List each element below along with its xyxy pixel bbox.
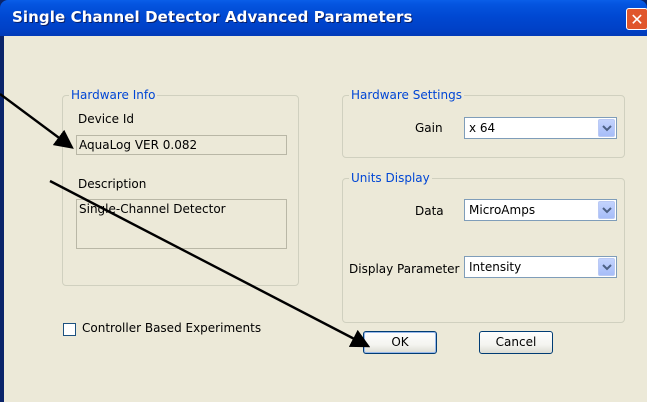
hardware-info-legend: Hardware Info (71, 88, 156, 102)
chevron-down-icon (602, 125, 612, 132)
display-parameter-select[interactable]: Intensity (464, 256, 617, 278)
data-select[interactable]: MicroAmps (464, 199, 617, 221)
display-parameter-dropdown-button[interactable] (598, 258, 615, 276)
cancel-button[interactable]: Cancel (479, 331, 553, 354)
units-display-group: Units Display (342, 171, 625, 323)
window-title: Single Channel Detector Advanced Paramet… (12, 8, 413, 26)
device-id-field[interactable]: AquaLog VER 0.082 (76, 135, 287, 155)
close-button[interactable]: ✕ (626, 8, 647, 30)
ok-button[interactable]: OK (363, 331, 437, 354)
close-icon: ✕ (630, 10, 644, 29)
display-parameter-label: Display Parameter (349, 262, 460, 276)
device-id-label: Device Id (78, 112, 135, 126)
title-bar[interactable]: Single Channel Detector Advanced Paramet… (0, 0, 647, 36)
data-label: Data (415, 204, 444, 218)
dialog-client-area: Hardware Info Device Id AquaLog VER 0.08… (4, 36, 647, 402)
data-value: MicroAmps (469, 203, 536, 217)
gain-value: x 64 (469, 121, 496, 135)
controller-based-label[interactable]: Controller Based Experiments (82, 321, 261, 335)
data-dropdown-button[interactable] (598, 201, 615, 219)
description-label: Description (78, 177, 147, 191)
gain-dropdown-button[interactable] (598, 119, 615, 137)
chevron-down-icon (602, 264, 612, 271)
controller-based-checkbox[interactable] (63, 323, 76, 336)
description-field[interactable]: Single-Channel Detector (76, 199, 287, 249)
gain-select[interactable]: x 64 (464, 117, 617, 139)
gain-label: Gain (415, 121, 443, 135)
hardware-settings-legend: Hardware Settings (351, 88, 462, 102)
display-parameter-value: Intensity (469, 260, 522, 274)
units-display-legend: Units Display (351, 171, 430, 185)
chevron-down-icon (602, 207, 612, 214)
dialog-window: Single Channel Detector Advanced Paramet… (0, 0, 647, 402)
